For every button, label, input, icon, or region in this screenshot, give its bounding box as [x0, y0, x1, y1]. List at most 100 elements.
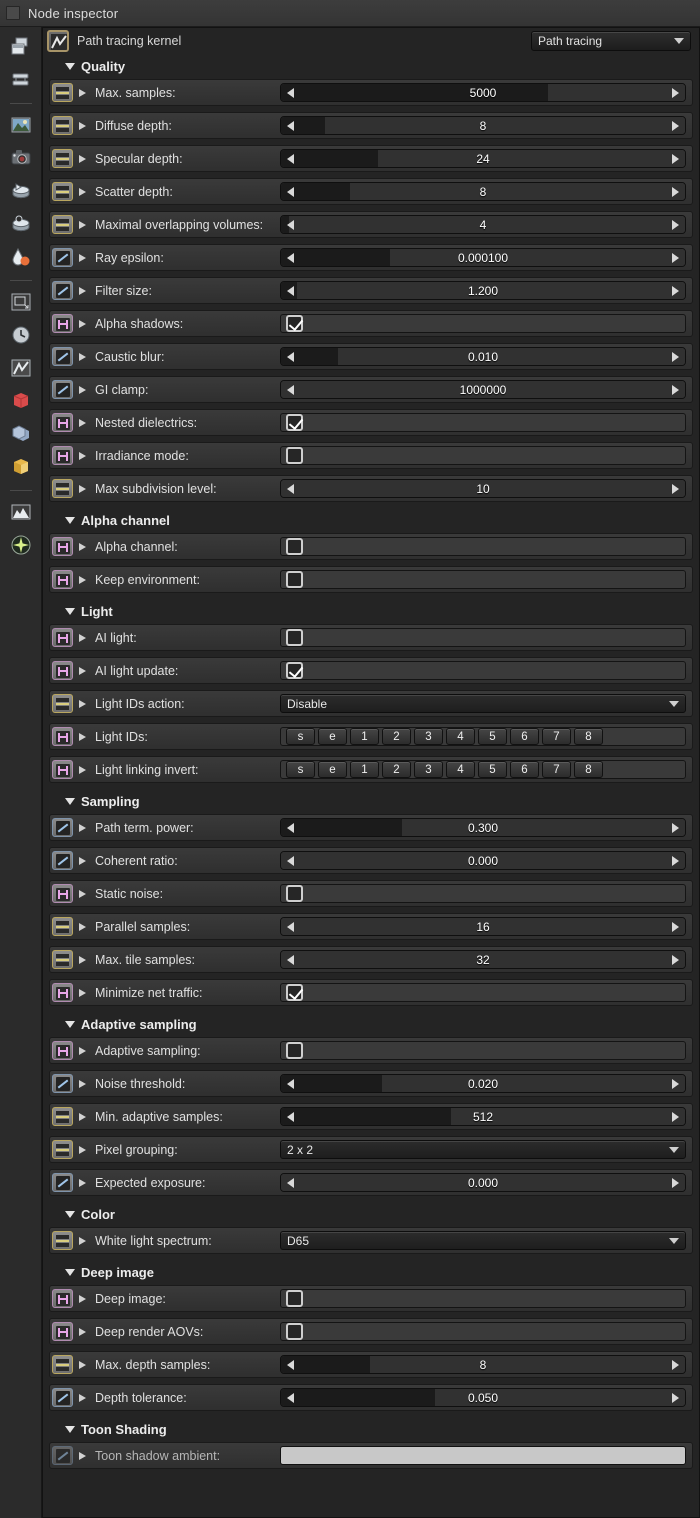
bool-param-icon[interactable] — [52, 884, 73, 903]
group-header-alpha-channel[interactable]: Alpha channel — [49, 508, 693, 533]
slider-ray-epsilon[interactable]: 0.000100 — [280, 248, 686, 267]
integer-param-icon[interactable] — [52, 182, 73, 201]
film-reel-icon[interactable] — [7, 177, 35, 205]
select-pixel-grouping[interactable]: 2 x 2 — [280, 1140, 686, 1159]
group-header-adaptive-sampling[interactable]: Adaptive sampling — [49, 1012, 693, 1037]
float-param-icon[interactable] — [52, 281, 73, 300]
triangle-right-icon[interactable] — [79, 1451, 86, 1460]
slider-decrement-icon[interactable] — [287, 252, 294, 263]
id-button[interactable]: 4 — [446, 728, 475, 745]
slider-max-depth-samples[interactable]: 8 — [280, 1355, 686, 1374]
triangle-right-icon[interactable] — [79, 633, 86, 642]
triangle-right-icon[interactable] — [79, 286, 86, 295]
triangle-right-icon[interactable] — [79, 1145, 86, 1154]
slider-max-subdivision-level[interactable]: 10 — [280, 479, 686, 498]
slider-decrement-icon[interactable] — [287, 1392, 294, 1403]
triangle-right-icon[interactable] — [79, 1393, 86, 1402]
triangle-right-icon[interactable] — [79, 1360, 86, 1369]
id-button[interactable]: 6 — [510, 761, 539, 778]
group-header-toon-shading[interactable]: Toon Shading — [49, 1417, 693, 1442]
slider-increment-icon[interactable] — [672, 1111, 679, 1122]
film-reel-alt-icon[interactable] — [7, 210, 35, 238]
slider-decrement-icon[interactable] — [287, 921, 294, 932]
float-param-icon[interactable] — [52, 851, 73, 870]
checkbox-minimize-net-traffic[interactable] — [286, 984, 303, 1001]
slider-filter-size[interactable]: 1.200 — [280, 281, 686, 300]
float-param-icon[interactable] — [52, 380, 73, 399]
histogram-icon[interactable] — [7, 498, 35, 526]
triangle-right-icon[interactable] — [79, 154, 86, 163]
id-button[interactable]: 5 — [478, 761, 507, 778]
triangle-right-icon[interactable] — [79, 451, 86, 460]
resolution-icon[interactable] — [7, 288, 35, 316]
slider-maximal-overlapping-volumes[interactable]: 4 — [280, 215, 686, 234]
bool-param-icon[interactable] — [52, 983, 73, 1002]
slider-path-term-power[interactable]: 0.300 — [280, 818, 686, 837]
id-button[interactable]: 7 — [542, 761, 571, 778]
blue-layers-icon[interactable] — [7, 420, 35, 448]
slider-decrement-icon[interactable] — [287, 822, 294, 833]
id-button[interactable]: 5 — [478, 728, 507, 745]
triangle-right-icon[interactable] — [79, 418, 86, 427]
triangle-right-icon[interactable] — [79, 253, 86, 262]
slider-increment-icon[interactable] — [672, 384, 679, 395]
bool-param-icon[interactable] — [52, 760, 73, 779]
id-button[interactable]: 8 — [574, 728, 603, 745]
triangle-right-icon[interactable] — [79, 988, 86, 997]
checkbox-deep-render-aovs[interactable] — [286, 1323, 303, 1340]
triangle-right-icon[interactable] — [79, 319, 86, 328]
float-param-icon[interactable] — [52, 1388, 73, 1407]
slider-specular-depth[interactable]: 24 — [280, 149, 686, 168]
bool-param-icon[interactable] — [52, 314, 73, 333]
id-button[interactable]: s — [286, 728, 315, 745]
checkbox-keep-environment[interactable] — [286, 571, 303, 588]
triangle-right-icon[interactable] — [79, 666, 86, 675]
group-header-quality[interactable]: Quality — [49, 54, 693, 79]
slider-increment-icon[interactable] — [672, 351, 679, 362]
slider-increment-icon[interactable] — [672, 153, 679, 164]
checkbox-ai-light-update[interactable] — [286, 662, 303, 679]
slider-increment-icon[interactable] — [672, 285, 679, 296]
slider-increment-icon[interactable] — [672, 219, 679, 230]
id-button[interactable]: 3 — [414, 728, 443, 745]
integer-param-icon[interactable] — [52, 917, 73, 936]
triangle-right-icon[interactable] — [79, 1236, 86, 1245]
id-button[interactable]: 8 — [574, 761, 603, 778]
triangle-right-icon[interactable] — [79, 889, 86, 898]
triangle-right-icon[interactable] — [79, 1294, 86, 1303]
slider-increment-icon[interactable] — [672, 855, 679, 866]
id-button[interactable]: 3 — [414, 761, 443, 778]
slider-increment-icon[interactable] — [672, 1078, 679, 1089]
red-cube-icon[interactable] — [7, 387, 35, 415]
integer-param-icon[interactable] — [52, 694, 73, 713]
group-header-deep-image[interactable]: Deep image — [49, 1260, 693, 1285]
copy-nodes-icon[interactable] — [7, 33, 35, 61]
integer-param-icon[interactable] — [52, 215, 73, 234]
triangle-right-icon[interactable] — [79, 575, 86, 584]
slider-max-tile-samples[interactable]: 32 — [280, 950, 686, 969]
image-preview-icon[interactable] — [7, 111, 35, 139]
float-param-icon[interactable] — [52, 1446, 73, 1465]
float-param-icon[interactable] — [52, 248, 73, 267]
triangle-right-icon[interactable] — [79, 1079, 86, 1088]
triangle-right-icon[interactable] — [79, 1046, 86, 1055]
id-button[interactable]: 1 — [350, 761, 379, 778]
integer-param-icon[interactable] — [52, 1140, 73, 1159]
bool-param-icon[interactable] — [52, 446, 73, 465]
select-white-light-spectrum[interactable]: D65 — [280, 1231, 686, 1250]
slider-decrement-icon[interactable] — [287, 351, 294, 362]
slider-depth-tolerance[interactable]: 0.050 — [280, 1388, 686, 1407]
id-button[interactable]: 6 — [510, 728, 539, 745]
triangle-right-icon[interactable] — [79, 542, 86, 551]
slider-decrement-icon[interactable] — [287, 1177, 294, 1188]
integer-param-icon[interactable] — [52, 479, 73, 498]
light-star-icon[interactable] — [7, 531, 35, 559]
orange-geometry-icon[interactable] — [7, 453, 35, 481]
triangle-right-icon[interactable] — [79, 121, 86, 130]
slider-noise-threshold[interactable]: 0.020 — [280, 1074, 686, 1093]
float-param-icon[interactable] — [52, 818, 73, 837]
color-swatch-toon-shadow-ambient[interactable] — [280, 1446, 686, 1465]
slider-increment-icon[interactable] — [672, 1392, 679, 1403]
triangle-right-icon[interactable] — [79, 88, 86, 97]
group-header-color[interactable]: Color — [49, 1202, 693, 1227]
